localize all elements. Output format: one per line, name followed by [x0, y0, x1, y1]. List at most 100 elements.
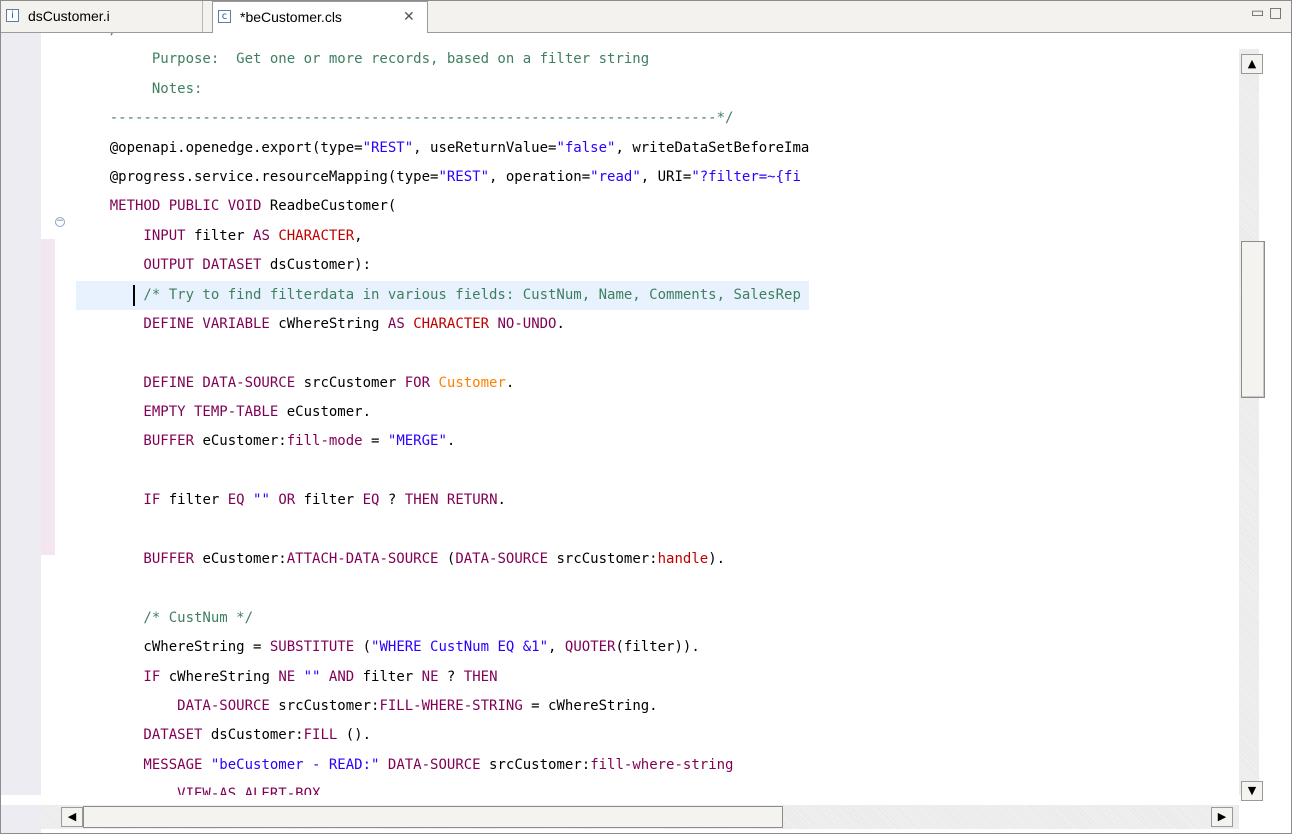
code-line[interactable]: /* Try to find filterdata in various fie…: [76, 280, 810, 310]
code-token: filter: [354, 668, 422, 685]
code-token: "WHERE CustNum EQ &1": [371, 639, 549, 656]
code-line[interactable]: [76, 516, 809, 545]
code-token: ?: [379, 492, 405, 509]
code-token: , useReturnValue=: [413, 139, 557, 156]
code-line[interactable]: BUFFER eCustomer:ATTACH-DATA-SOURCE (DAT…: [76, 545, 809, 574]
code-token: BUFFER: [76, 433, 195, 450]
maximize-icon[interactable]: □: [1269, 5, 1282, 21]
tab-label: *beCustomer.cls: [240, 9, 342, 25]
code-editor[interactable]: / Purpose: Get one or more records, base…: [76, 33, 1238, 795]
code-token: @openapi.openedge.export(type=: [76, 139, 363, 156]
code-token: "read": [590, 168, 641, 185]
tab-becustomer-cls[interactable]: c *beCustomer.cls ✕: [212, 1, 428, 33]
horizontal-scrollbar-thumb[interactable]: [83, 806, 783, 828]
scroll-down-icon[interactable]: ▼: [1241, 781, 1263, 801]
code-line[interactable]: DATA-SOURCE srcCustomer:FILL-WHERE-STRIN…: [76, 692, 809, 721]
code-line[interactable]: @openapi.openedge.export(type="REST", us…: [76, 134, 810, 163]
code-line[interactable]: MESSAGE "beCustomer - READ:" DATA-SOURCE…: [76, 751, 809, 780]
code-token: "": [303, 668, 321, 685]
tab-dscustomer-i[interactable]: i dsCustomer.i: [1, 1, 203, 32]
editor-window: i dsCustomer.i c *beCustomer.cls ✕ ▭ □ −…: [0, 0, 1292, 834]
code-token: OUTPUT DATASET: [76, 257, 262, 274]
code-token: .: [556, 315, 565, 332]
code-token: "?filter=~{fi: [691, 168, 801, 185]
code-token: (filter)).: [615, 639, 700, 656]
collapse-icon[interactable]: −: [55, 217, 65, 227]
code-token: /* CustNum */: [76, 609, 254, 626]
code-line[interactable]: DATASET dsCustomer:FILL ().: [76, 721, 809, 750]
code-line[interactable]: VIEW-AS ALERT-BOX.: [76, 780, 809, 795]
code-token: = cWhereString.: [522, 697, 658, 714]
close-icon[interactable]: ✕: [403, 2, 415, 33]
code-token: .: [497, 492, 506, 509]
code-token: "REST": [438, 168, 490, 185]
quick-diff-marker: [41, 239, 55, 555]
code-line[interactable]: /: [76, 33, 809, 45]
code-token: @progress.service.resourceMapping(type=: [76, 168, 439, 185]
code-line[interactable]: [76, 457, 809, 486]
code-token: BUFFER: [76, 551, 195, 568]
code-token: eCustomer.: [278, 404, 372, 421]
code-token: EQ: [227, 492, 245, 509]
code-line[interactable]: Purpose: Get one or more records, based …: [76, 45, 809, 74]
code-line[interactable]: [76, 574, 809, 603]
code-token: (: [438, 551, 456, 568]
code-token: NE: [278, 668, 296, 685]
code-line[interactable]: DEFINE DATA-SOURCE srcCustomer FOR Custo…: [76, 369, 809, 398]
code-line[interactable]: /* CustNum */: [76, 604, 809, 633]
code-token: , URI=: [640, 168, 692, 185]
code-token: THEN RETURN: [404, 492, 498, 509]
code-token: THEN: [463, 668, 498, 685]
code-token: VIEW-AS ALERT-BOX: [76, 786, 321, 795]
code-token: srcCustomer:: [480, 756, 591, 773]
code-line[interactable]: INPUT filter AS CHARACTER,: [76, 222, 809, 251]
code-line[interactable]: EMPTY TEMP-TABLE eCustomer.: [76, 398, 809, 427]
code-token: Purpose: Get one or more records, based …: [76, 51, 650, 68]
code-token: METHOD PUBLIC VOID: [76, 198, 262, 215]
code-line[interactable]: METHOD PUBLIC VOID ReadbeCustomer(: [76, 192, 809, 221]
tab-label: dsCustomer.i: [28, 8, 110, 24]
code-token: eCustomer:: [194, 551, 287, 568]
code-token: DATA-SOURCE: [387, 756, 481, 773]
code-token: srcCustomer:: [269, 697, 380, 714]
vertical-scrollbar-track[interactable]: [1239, 49, 1259, 795]
code-token: QUOTER: [564, 639, 616, 656]
text-cursor: [133, 284, 135, 306]
scroll-left-icon[interactable]: ◀: [61, 807, 83, 827]
code-token: EQ: [362, 492, 380, 509]
code-token: ReadbeCustomer(: [261, 198, 397, 215]
code-token: .: [505, 374, 515, 391]
code-line[interactable]: cWhereString = SUBSTITUTE ("WHERE CustNu…: [76, 633, 809, 662]
code-line[interactable]: BUFFER eCustomer:fill-mode = "MERGE".: [76, 427, 809, 456]
code-token: ATTACH-DATA-SOURCE: [286, 551, 439, 568]
code-token: ,: [354, 227, 363, 244]
code-token: ).: [708, 551, 726, 568]
code-token: INPUT: [76, 227, 186, 244]
code-token: "REST": [362, 139, 414, 156]
minimize-icon[interactable]: ▭: [1251, 5, 1264, 21]
code-line[interactable]: IF cWhereString NE "" AND filter NE ? TH…: [76, 663, 809, 692]
class-file-icon: c: [218, 10, 231, 23]
scroll-right-icon[interactable]: ▶: [1211, 807, 1233, 827]
code-line[interactable]: ----------------------------------------…: [76, 104, 809, 133]
include-file-icon: i: [6, 9, 19, 22]
code-token: Notes:: [76, 80, 203, 97]
code-line[interactable]: @progress.service.resourceMapping(type="…: [76, 163, 809, 192]
code-line[interactable]: IF filter EQ "" OR filter EQ ? THEN RETU…: [76, 486, 809, 515]
vertical-ruler: [1, 33, 41, 795]
code-token: , operation=: [489, 168, 591, 185]
code-line[interactable]: OUTPUT DATASET dsCustomer):: [76, 251, 809, 280]
ruler-corner: [1, 805, 41, 833]
code-line[interactable]: [76, 339, 809, 368]
code-line[interactable]: DEFINE VARIABLE cWhereString AS CHARACTE…: [76, 310, 809, 339]
scroll-up-icon[interactable]: ▲: [1241, 54, 1263, 74]
code-token: srcCustomer:: [548, 551, 658, 568]
code-line[interactable]: Notes:: [76, 75, 809, 104]
vertical-scrollbar-thumb[interactable]: [1241, 241, 1265, 398]
code-token: "false": [556, 139, 616, 156]
code-token: AS: [253, 227, 270, 244]
